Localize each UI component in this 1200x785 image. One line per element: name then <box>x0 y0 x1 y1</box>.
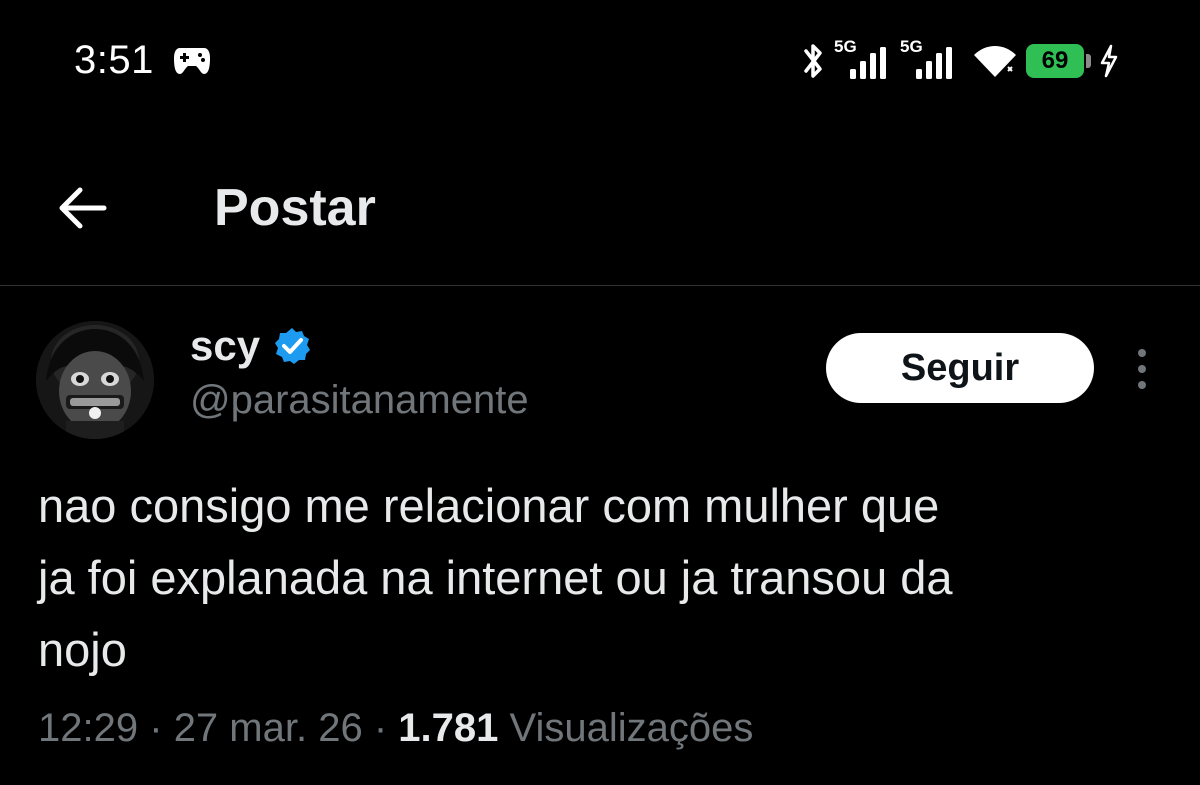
battery-level: 69 <box>1026 44 1084 78</box>
author-handle[interactable]: @parasitanamente <box>190 378 529 423</box>
signal-icon <box>850 47 886 79</box>
views-label: Visualizações <box>509 706 754 750</box>
avatar-image <box>36 321 154 439</box>
follow-button[interactable]: Seguir <box>826 333 1094 403</box>
battery-tip <box>1086 54 1091 68</box>
meta-separator: · <box>373 706 388 750</box>
author-name[interactable]: scy <box>190 322 260 370</box>
post-text-line: ja foi explanada na internet ou ja trans… <box>38 551 953 604</box>
verified-badge-icon <box>275 328 311 364</box>
signal-sim1: 5G <box>834 37 894 83</box>
status-icons: 5G 5G 69 <box>798 36 1120 86</box>
views-count: 1.781 <box>398 706 499 750</box>
arrow-left-icon[interactable] <box>52 180 116 236</box>
status-time: 3:51 <box>74 38 154 82</box>
wifi-icon <box>974 46 1016 77</box>
header-divider <box>0 285 1200 286</box>
more-vertical-icon[interactable] <box>1124 344 1160 394</box>
top-app-bar: Postar <box>0 120 1200 285</box>
meta-separator: · <box>149 706 163 750</box>
post-date[interactable]: 27 mar. 26 <box>174 706 363 750</box>
signal-sim2: 5G <box>900 37 960 83</box>
post-time[interactable]: 12:29 <box>38 706 138 750</box>
page-title: Postar <box>214 179 376 237</box>
bluetooth-icon <box>804 44 822 78</box>
signal-icon <box>916 47 952 79</box>
post-text-line: nojo <box>38 623 127 676</box>
status-bar: 3:51 5G 5G 69 <box>0 0 1200 120</box>
avatar[interactable] <box>36 321 154 439</box>
charging-icon <box>1100 44 1118 78</box>
battery-icon: 69 <box>1026 43 1092 79</box>
post-metadata: 12:29 · 27 mar. 26 · 1.781 Visualizações <box>38 706 753 751</box>
author-name-row: scy <box>190 322 312 370</box>
game-controller-icon <box>174 48 210 74</box>
post-text: nao consigo me relacionar com mulher que… <box>38 470 1178 686</box>
post-text-line: nao consigo me relacionar com mulher que <box>38 479 940 532</box>
